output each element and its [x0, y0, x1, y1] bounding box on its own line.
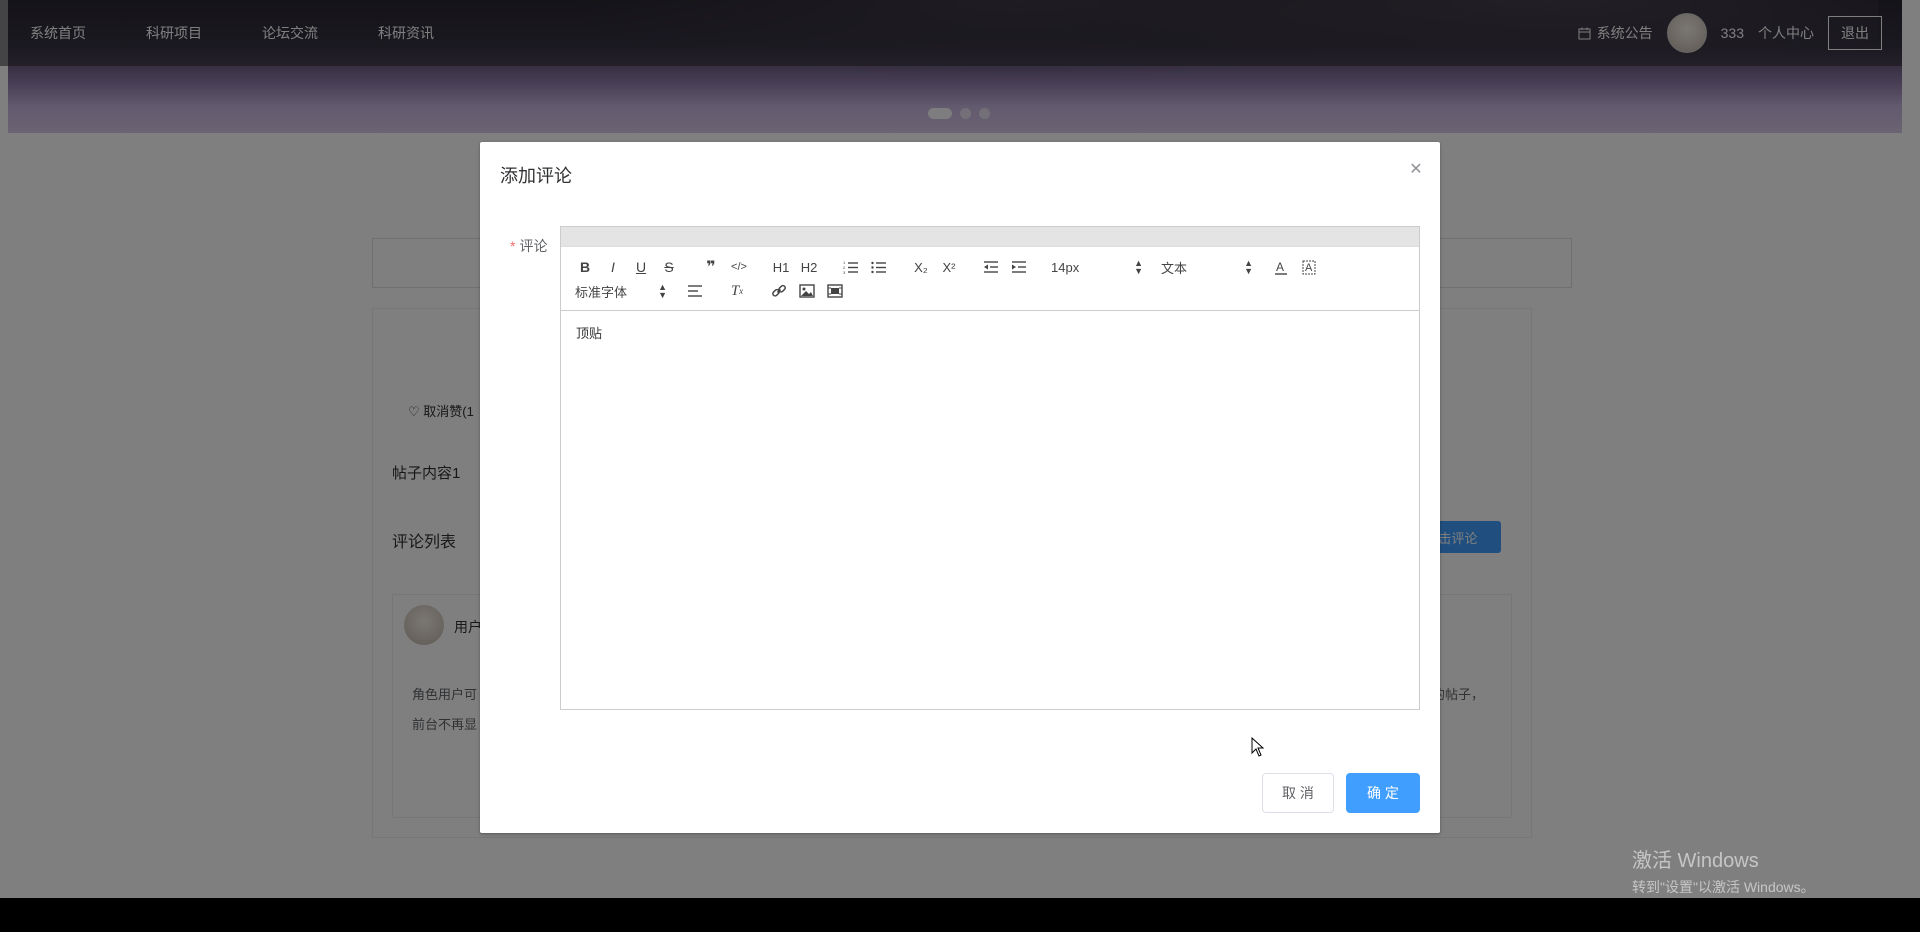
blockquote-icon[interactable]: ❞	[699, 255, 723, 279]
image-icon[interactable]	[795, 279, 819, 303]
watermark-line1: 激活 Windows	[1632, 850, 1759, 872]
font-family-select[interactable]: 标准字体 ▲ ▼	[573, 279, 669, 303]
windows-activation-watermark: 激活 Windows 转到"设置"以激活 Windows。	[1632, 844, 1815, 897]
select-arrows-icon: ▲ ▼	[658, 282, 667, 300]
bold-icon[interactable]: B	[573, 255, 597, 279]
svg-text:3: 3	[843, 270, 846, 274]
font-size-value: 14px	[1051, 259, 1080, 275]
outdent-icon[interactable]	[979, 255, 1003, 279]
subscript-icon[interactable]: X₂	[909, 255, 933, 279]
watermark-line2: 转到"设置"以激活 Windows。	[1632, 879, 1815, 895]
strikethrough-icon[interactable]: S	[657, 255, 681, 279]
align-icon[interactable]	[683, 279, 707, 303]
ordered-list-icon[interactable]: 123	[839, 255, 863, 279]
font-family-value: 标准字体	[575, 284, 628, 300]
close-icon[interactable]: ✕	[1408, 162, 1424, 178]
dialog-footer: 取 消 确 定	[1262, 773, 1420, 813]
code-block-icon[interactable]: </>	[727, 255, 751, 279]
header2-icon[interactable]: H2	[797, 255, 821, 279]
font-size-select[interactable]: 14px ▲ ▼	[1049, 255, 1145, 279]
cancel-button[interactable]: 取 消	[1262, 773, 1334, 813]
dialog-title: 添加评论	[500, 166, 572, 186]
indent-icon[interactable]	[1007, 255, 1031, 279]
italic-icon[interactable]: I	[601, 255, 625, 279]
header-type-value: 文本	[1161, 260, 1188, 276]
superscript-icon[interactable]: X²	[937, 255, 961, 279]
clear-format-icon[interactable]: Tx	[725, 279, 749, 303]
select-arrows-icon: ▲ ▼	[1244, 258, 1253, 276]
mouse-cursor-icon	[1251, 737, 1265, 757]
confirm-button[interactable]: 确 定	[1346, 773, 1420, 813]
editor-top-bar	[561, 227, 1419, 247]
link-icon[interactable]	[767, 279, 791, 303]
header-type-select[interactable]: 文本 ▲ ▼	[1159, 255, 1255, 279]
underline-icon[interactable]: U	[629, 255, 653, 279]
video-icon[interactable]	[823, 279, 847, 303]
editor-toolbar: B I U S ❞ </> H1 H2 123 X₂ X² 14px ▲ ▼ 文…	[561, 247, 1419, 311]
editor-content[interactable]: 顶贴	[561, 311, 1419, 354]
required-mark: *	[510, 238, 516, 254]
font-color-icon[interactable]: A	[1269, 255, 1293, 279]
toolbar-row: 标准字体 ▲ ▼ Tx	[573, 279, 1407, 303]
add-comment-dialog: 添加评论 ✕ * 评论 B I U S ❞ </> H1 H2 123 X₂ X…	[480, 142, 1440, 833]
rich-text-editor: B I U S ❞ </> H1 H2 123 X₂ X² 14px ▲ ▼ 文…	[560, 226, 1420, 710]
svg-text:A: A	[1276, 260, 1284, 274]
svg-text:A: A	[1305, 262, 1313, 274]
bottom-bar	[0, 898, 1920, 932]
bullet-list-icon[interactable]	[867, 255, 891, 279]
field-label: 评论	[519, 238, 548, 254]
comment-field-label: * 评论	[510, 236, 547, 256]
background-color-icon[interactable]: A	[1297, 255, 1321, 279]
header1-icon[interactable]: H1	[769, 255, 793, 279]
toolbar-row: B I U S ❞ </> H1 H2 123 X₂ X² 14px ▲ ▼ 文…	[573, 255, 1407, 279]
select-arrows-icon: ▲ ▼	[1134, 258, 1143, 276]
